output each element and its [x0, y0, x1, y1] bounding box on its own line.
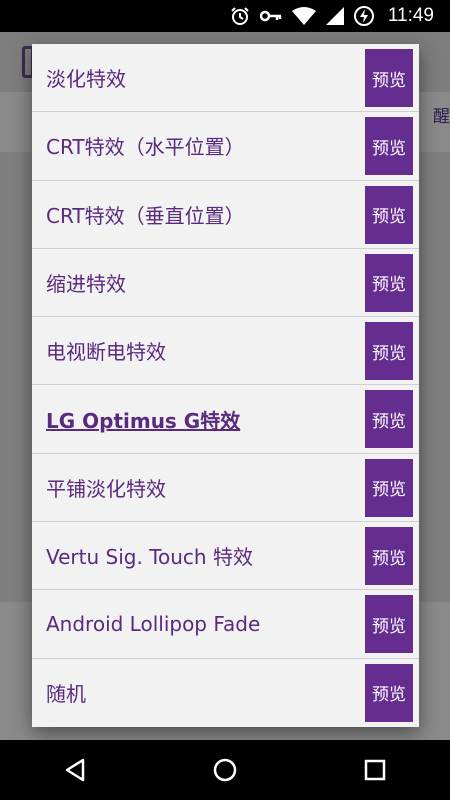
recents-icon: [364, 759, 386, 781]
preview-button[interactable]: 预览: [365, 49, 413, 107]
battery-charging-icon: [353, 6, 374, 26]
effect-label: 淡化特效: [46, 67, 126, 92]
effect-list-item[interactable]: LG Optimus G特效 预览: [32, 385, 419, 454]
effect-list-item[interactable]: 电视断电特效 预览: [32, 317, 419, 386]
preview-button[interactable]: 预览: [365, 595, 413, 654]
home-icon: [213, 758, 237, 782]
effect-label: 平铺淡化特效: [46, 476, 166, 501]
effect-label: Android Lollipop Fade: [46, 612, 261, 637]
preview-button[interactable]: 预览: [365, 117, 413, 176]
status-time: 11:49: [387, 5, 434, 26]
preview-button[interactable]: 预览: [365, 322, 413, 381]
alarm-icon: [230, 6, 250, 26]
effect-list-item[interactable]: CRT特效（水平位置） 预览: [32, 112, 419, 181]
preview-button[interactable]: 预览: [365, 185, 413, 244]
effect-label: 缩进特效: [46, 272, 126, 297]
effect-selection-dialog: 淡化特效 预览 CRT特效（水平位置） 预览 CRT特效（垂直位置） 预览 缩进特效 预览 电视…: [32, 44, 419, 727]
effect-label: LG Optimus G特效: [46, 408, 241, 433]
effect-list-item[interactable]: 淡化特效 预览: [32, 44, 419, 113]
recents-button[interactable]: [345, 740, 405, 800]
preview-button[interactable]: 预览: [365, 458, 413, 517]
navigation-bar: [0, 740, 450, 800]
effect-label: 电视断电特效: [46, 340, 166, 365]
back-button[interactable]: [45, 740, 105, 800]
effect-label: 随机: [46, 682, 86, 707]
effect-list-item[interactable]: 平铺淡化特效 预览: [32, 454, 419, 523]
preview-button[interactable]: 预览: [365, 527, 413, 586]
effect-list-item[interactable]: Android Lollipop Fade 预览: [32, 590, 419, 659]
preview-button[interactable]: 预览: [365, 390, 413, 449]
signal-icon: [325, 7, 344, 25]
effect-label: CRT特效（垂直位置）: [46, 203, 245, 228]
background-text: 醒: [433, 107, 450, 127]
wifi-icon: [291, 7, 316, 25]
preview-button[interactable]: 预览: [365, 253, 413, 312]
effect-list-item[interactable]: CRT特效（垂直位置） 预览: [32, 181, 419, 249]
key-icon: [259, 9, 282, 23]
effect-list-item[interactable]: 随机 预览: [32, 659, 419, 727]
effect-list-item[interactable]: 缩进特效 预览: [32, 249, 419, 318]
effect-label: CRT特效（水平位置）: [46, 135, 245, 160]
home-button[interactable]: [195, 740, 255, 800]
status-bar: 11:49: [0, 0, 450, 32]
back-icon: [65, 758, 85, 782]
effect-label: Vertu Sig. Touch 特效: [46, 545, 253, 570]
effect-list-item[interactable]: Vertu Sig. Touch 特效 预览: [32, 522, 419, 591]
preview-button[interactable]: 预览: [365, 663, 413, 722]
